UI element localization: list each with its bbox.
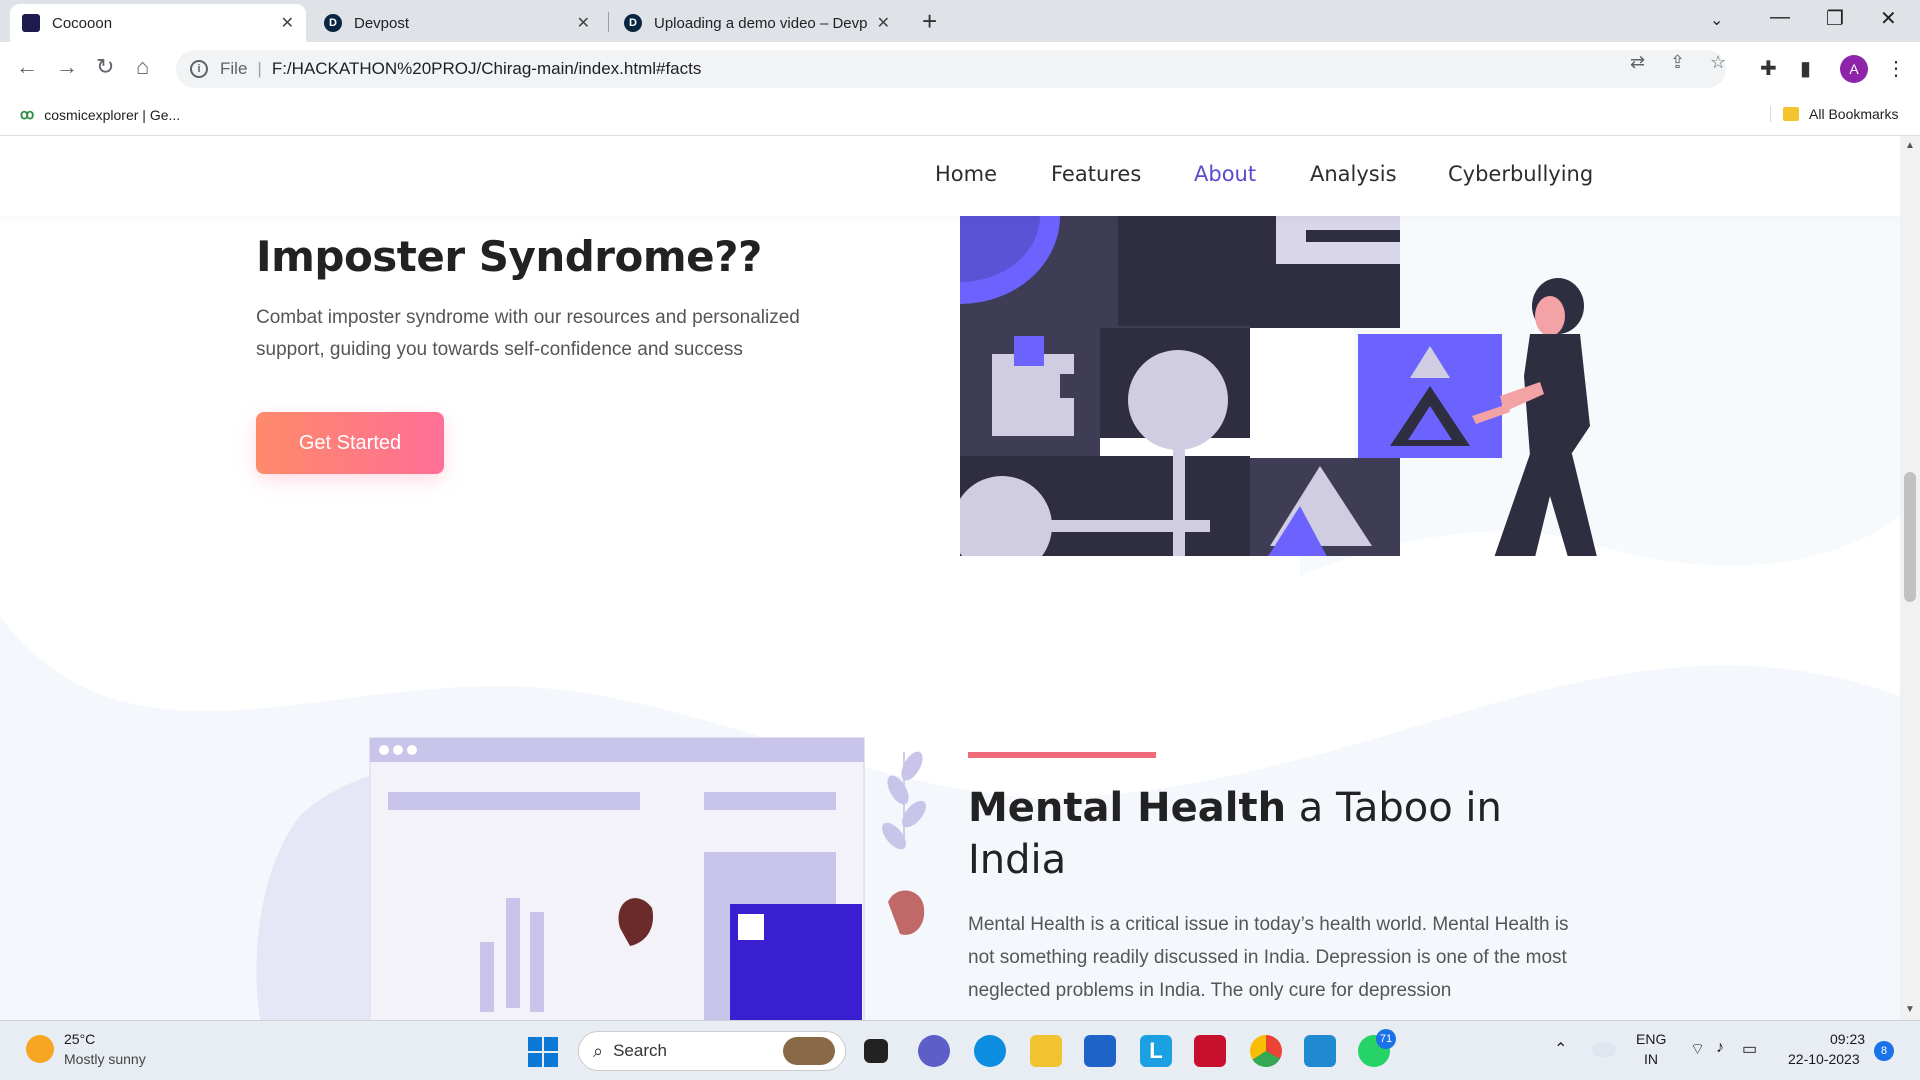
cloud-icon[interactable]	[1592, 1043, 1616, 1057]
url-scheme: File	[220, 59, 248, 78]
imposter-heading: Imposter Syndrome??	[256, 232, 762, 281]
taskbar-search[interactable]: ⌕ Search	[578, 1031, 846, 1071]
weather-temp[interactable]: 25°C	[64, 1031, 95, 1047]
windows-taskbar: 25°C Mostly sunny ⌕ Search L 71 ⌃ ENG IN…	[0, 1020, 1920, 1080]
whatsapp-badge: 71	[1376, 1029, 1396, 1049]
vscode-icon[interactable]	[1304, 1035, 1336, 1067]
back-icon[interactable]: ←	[16, 54, 38, 80]
chrome-icon[interactable]	[1250, 1035, 1282, 1067]
page-content: Imposter Syndrome?? Combat imposter synd…	[0, 216, 1900, 1020]
lang-line2[interactable]: IN	[1644, 1051, 1658, 1067]
folder-icon	[1783, 107, 1799, 121]
page-viewport: Home Features About Analysis Cyberbullyi…	[0, 136, 1900, 1020]
search-placeholder: Search	[613, 1041, 667, 1060]
geeksforgeeks-icon: ꝏ	[20, 106, 35, 122]
nav-link-about[interactable]: About	[1194, 162, 1256, 186]
mental-health-heading: Mental Health a Taboo in India	[968, 782, 1568, 886]
notification-badge[interactable]: 8	[1874, 1041, 1894, 1061]
search-highlight-icon	[783, 1037, 835, 1065]
clock-time[interactable]: 09:23	[1830, 1031, 1865, 1047]
address-bar[interactable]: i File | F:/HACKATHON%20PROJ/Chirag-main…	[176, 50, 1726, 88]
menu-kebab-icon[interactable]: ⋮	[1886, 56, 1906, 81]
forward-icon[interactable]: →	[56, 54, 78, 80]
tab-devpost[interactable]: D Devpost ✕	[312, 4, 602, 42]
scroll-down-icon[interactable]: ▼	[1905, 1004, 1915, 1015]
weather-desc[interactable]: Mostly sunny	[64, 1051, 146, 1067]
file-explorer-icon[interactable]	[1030, 1035, 1062, 1067]
browser-toolbar: ← → ↻ ⌂ i File | F:/HACKATHON%20PROJ/Chi…	[0, 42, 1920, 96]
nav-link-analysis[interactable]: Analysis	[1310, 162, 1397, 186]
tab-title: Uploading a demo video – Devp	[654, 14, 868, 32]
side-panel-icon[interactable]: ▮	[1800, 56, 1811, 81]
tab-cocooon[interactable]: Cocooon ✕	[10, 4, 306, 42]
scrollbar-thumb[interactable]	[1904, 472, 1916, 602]
teams-icon[interactable]	[918, 1035, 950, 1067]
tab-search-chevron-icon[interactable]: ⌄	[1710, 10, 1723, 30]
lang-line1[interactable]: ENG	[1636, 1031, 1666, 1047]
tab-title: Cocooon	[52, 14, 113, 32]
mcafee-icon[interactable]	[1194, 1035, 1226, 1067]
new-tab-icon[interactable]: +	[922, 6, 937, 37]
wifi-icon[interactable]: ⌔	[1690, 1039, 1705, 1059]
tab-separator	[608, 12, 609, 32]
close-tab-icon[interactable]: ✕	[577, 13, 590, 33]
devpost-favicon-icon: D	[624, 14, 642, 32]
microsoft-store-icon[interactable]	[1084, 1035, 1116, 1067]
page-scrollbar[interactable]: ▲ ▼	[1900, 136, 1920, 1020]
battery-icon[interactable]: ▭	[1742, 1039, 1757, 1059]
tab-uploading-video[interactable]: D Uploading a demo video – Devp ✕	[612, 4, 902, 42]
url-divider: |	[257, 59, 262, 78]
tab-strip: Cocooon ✕ D Devpost ✕ D Uploading a demo…	[0, 0, 1920, 42]
devpost-favicon-icon: D	[324, 14, 342, 32]
site-info-icon[interactable]: i	[190, 60, 208, 78]
windows-start-icon[interactable]	[528, 1037, 558, 1067]
nav-link-features[interactable]: Features	[1051, 162, 1141, 186]
close-tab-icon[interactable]: ✕	[877, 13, 890, 33]
search-icon: ⌕	[593, 1040, 604, 1061]
extensions-icon[interactable]: ✚	[1760, 56, 1777, 81]
cocooon-favicon-icon	[22, 14, 40, 32]
tab-title: Devpost	[354, 14, 410, 32]
task-view-icon[interactable]	[864, 1039, 888, 1063]
mental-health-illustration	[369, 737, 926, 1020]
nav-link-cyberbullying[interactable]: Cyberbullying	[1448, 162, 1593, 186]
nav-link-home[interactable]: Home	[935, 162, 997, 186]
reload-icon[interactable]: ↻	[96, 54, 114, 80]
scroll-up-icon[interactable]: ▲	[1905, 140, 1915, 151]
bookmark-star-icon[interactable]: ☆	[1710, 52, 1726, 73]
minimize-icon[interactable]: —	[1770, 6, 1790, 29]
close-tab-icon[interactable]: ✕	[281, 13, 294, 33]
home-icon[interactable]: ⌂	[136, 54, 149, 80]
all-bookmarks-label: All Bookmarks	[1809, 106, 1899, 122]
get-started-button[interactable]: Get Started	[256, 412, 444, 474]
tray-chevron-icon[interactable]: ⌃	[1554, 1039, 1567, 1059]
translate-icon[interactable]: ⇄	[1630, 52, 1645, 73]
imposter-description: Combat imposter syndrome with our resour…	[256, 307, 800, 360]
app-l-icon[interactable]: L	[1140, 1035, 1172, 1067]
close-window-icon[interactable]: ✕	[1880, 6, 1897, 31]
bookmarks-bar: ꝏ cosmicexplorer | Ge... All Bookmarks	[0, 96, 1920, 136]
section-accent-bar	[968, 752, 1156, 758]
bookmark-cosmicexplorer[interactable]: ꝏ cosmicexplorer | Ge...	[20, 106, 180, 123]
share-icon[interactable]: ⇪	[1670, 52, 1685, 73]
restore-icon[interactable]: ❐	[1826, 6, 1844, 31]
profile-avatar[interactable]: A	[1840, 55, 1868, 83]
edge-icon[interactable]	[974, 1035, 1006, 1067]
url-text[interactable]: F:/HACKATHON%20PROJ/Chirag-main/index.ht…	[272, 59, 702, 79]
mental-health-description: Mental Health is a critical issue in tod…	[968, 914, 1569, 1001]
all-bookmarks[interactable]: All Bookmarks	[1770, 106, 1898, 122]
clock-date[interactable]: 22-10-2023	[1788, 1051, 1860, 1067]
mental-health-heading-bold: Mental Health	[968, 785, 1287, 831]
imposter-illustration	[960, 216, 1597, 556]
bookmark-label: cosmicexplorer | Ge...	[44, 106, 181, 123]
weather-sun-icon[interactable]	[26, 1035, 54, 1063]
volume-icon[interactable]: ♪	[1716, 1039, 1724, 1057]
site-navbar: Home Features About Analysis Cyberbullyi…	[0, 136, 1900, 216]
